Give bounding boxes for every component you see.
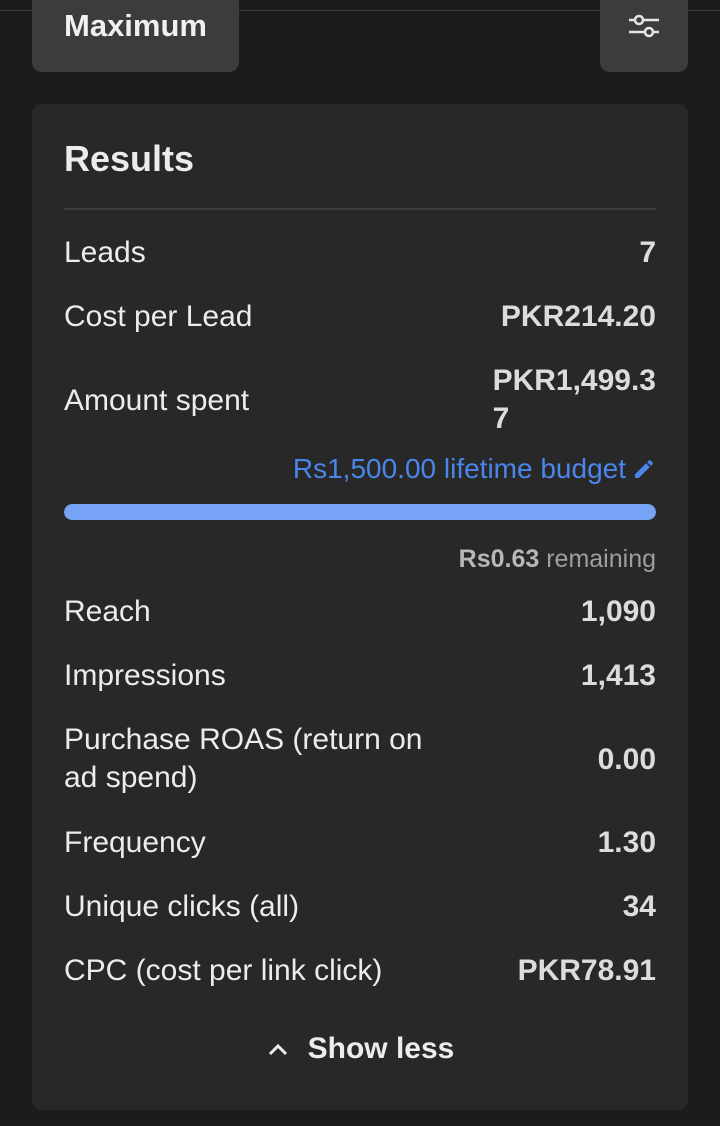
lifetime-budget-text: Rs1,500.00 lifetime budget bbox=[292, 453, 626, 484]
cost-per-lead-value: PKR214.20 bbox=[500, 300, 656, 333]
unique-clicks-value: 34 bbox=[622, 890, 656, 923]
chevron-up-icon bbox=[268, 1043, 287, 1056]
remaining-budget: Rs0.63 remaining bbox=[459, 542, 656, 576]
filter-button[interactable] bbox=[600, 0, 688, 72]
remaining-amount: Rs0.63 bbox=[458, 545, 540, 573]
purchase-roas-label: Purchase ROAS (return on ad spend) bbox=[64, 721, 423, 797]
frequency-value: 1.30 bbox=[597, 826, 656, 859]
amount-spent-value-line1: PKR1,499.3 bbox=[492, 364, 656, 397]
results-title: Results bbox=[64, 138, 195, 179]
cpc-label: CPC (cost per link click) bbox=[64, 954, 383, 987]
cpc-value: PKR78.91 bbox=[517, 954, 656, 987]
budget-progress-fill bbox=[64, 504, 656, 520]
purchase-roas-label-line1: Purchase ROAS (return on bbox=[64, 723, 423, 756]
show-less-button[interactable]: Show less bbox=[32, 1032, 688, 1066]
amount-spent-value-line2: 7 bbox=[492, 402, 510, 435]
budget-progress-bar bbox=[64, 504, 656, 520]
pencil-edit-icon bbox=[635, 459, 654, 478]
leads-value: 7 bbox=[639, 236, 656, 269]
reach-label: Reach bbox=[64, 595, 151, 628]
row-amount-spent: Amount spent PKR1,499.3 7 bbox=[64, 362, 656, 442]
row-purchase-roas: Purchase ROAS (return on ad spend) 0.00 bbox=[64, 721, 656, 799]
cost-per-lead-label: Cost per Lead bbox=[64, 300, 253, 333]
unique-clicks-label: Unique clicks (all) bbox=[64, 890, 300, 923]
impressions-value: 1,413 bbox=[580, 659, 656, 692]
remaining-suffix: remaining bbox=[546, 545, 656, 573]
amount-spent-label: Amount spent bbox=[64, 384, 250, 417]
show-less-label: Show less bbox=[307, 1032, 455, 1065]
impressions-label: Impressions bbox=[64, 659, 226, 692]
lifetime-budget-link[interactable]: Rs1,500.00 lifetime budget bbox=[293, 450, 656, 488]
maximum-label: Maximum bbox=[64, 8, 207, 43]
filter-sliders-icon bbox=[629, 14, 659, 38]
leads-label: Leads bbox=[64, 236, 146, 269]
purchase-roas-value: 0.00 bbox=[597, 743, 656, 776]
amount-spent-value: PKR1,499.3 7 bbox=[493, 362, 656, 438]
results-card: Results Leads 7 Cost per Lead PKR214.20 … bbox=[32, 104, 688, 1110]
frequency-label: Frequency bbox=[64, 826, 206, 859]
reach-value: 1,090 bbox=[580, 595, 656, 628]
purchase-roas-label-line2: ad spend) bbox=[64, 761, 198, 794]
results-divider bbox=[64, 208, 656, 210]
maximum-button[interactable]: Maximum bbox=[32, 0, 239, 72]
